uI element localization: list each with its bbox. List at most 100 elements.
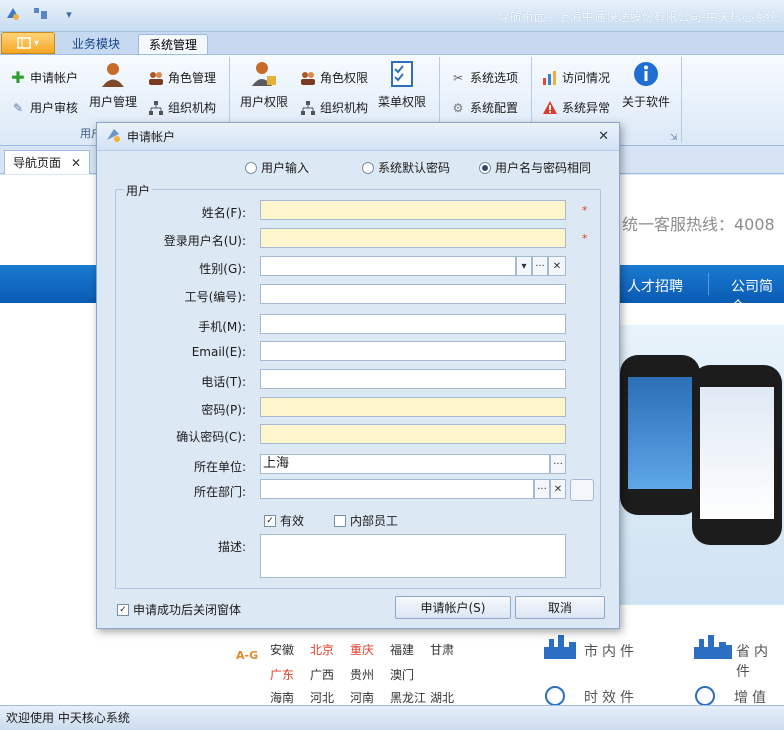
mobile-field[interactable] bbox=[260, 314, 566, 334]
name-field[interactable] bbox=[260, 200, 566, 220]
confirm-password-field[interactable] bbox=[260, 424, 566, 444]
window-icon bbox=[105, 127, 121, 146]
empno-field[interactable] bbox=[260, 284, 566, 304]
value-added-icon bbox=[694, 685, 716, 705]
edit-icon: ✎ bbox=[12, 100, 24, 115]
apply-account-button[interactable]: ✚ 申请帐户 bbox=[10, 69, 78, 86]
city-link[interactable]: 甘肃 bbox=[430, 641, 454, 658]
radio-default-password[interactable]: 系统默认密码 bbox=[362, 159, 450, 176]
checklist-icon bbox=[387, 59, 417, 89]
city-link[interactable]: 重庆 bbox=[350, 641, 374, 658]
password-label: 密码(P): bbox=[201, 403, 246, 417]
username-field[interactable] bbox=[260, 228, 566, 248]
app-logo-icon bbox=[4, 6, 22, 22]
mobile-label: 手机(M): bbox=[198, 320, 246, 334]
radio-user-input[interactable]: 用户输入 bbox=[245, 159, 309, 176]
role-management-button[interactable]: 角色管理 bbox=[148, 69, 216, 86]
quick-access-toolbar: ▾ bbox=[4, 6, 78, 22]
more-icon[interactable]: ··· bbox=[534, 479, 550, 499]
system-exception-button[interactable]: 系统异常 bbox=[542, 99, 610, 116]
menu-permission-button[interactable]: 菜单权限 bbox=[378, 59, 426, 110]
dept-extra-button[interactable] bbox=[570, 479, 594, 501]
clear-icon[interactable]: ✕ bbox=[550, 479, 566, 499]
service-timed[interactable]: 时效件 bbox=[584, 687, 638, 705]
tab-system-management[interactable]: 系统管理 bbox=[138, 34, 209, 54]
warning-icon bbox=[542, 100, 558, 116]
gender-select[interactable] bbox=[260, 256, 516, 276]
nav-jobs[interactable]: 人才招聘 bbox=[627, 276, 683, 296]
role-permission-button[interactable]: 角色权限 bbox=[300, 69, 368, 86]
city-link[interactable]: 海南 bbox=[270, 689, 294, 705]
city-link[interactable]: 广东 bbox=[270, 666, 294, 683]
city-link[interactable]: 北京 bbox=[310, 641, 334, 658]
access-stats-button[interactable]: 访问情况 bbox=[542, 69, 610, 86]
city-link[interactable]: 澳门 bbox=[390, 666, 414, 683]
plus-icon: ✚ bbox=[11, 67, 25, 87]
city-link[interactable]: 湖北 bbox=[430, 689, 454, 705]
service-value-added[interactable]: 增值服务 bbox=[734, 687, 784, 705]
layout-icon[interactable] bbox=[32, 6, 50, 22]
city-link[interactable]: 河南 bbox=[350, 689, 374, 705]
clear-icon[interactable]: ✕ bbox=[548, 256, 566, 276]
dialog-launcher-icon[interactable]: ⇲ bbox=[670, 133, 678, 143]
internal-staff-checkbox[interactable]: 内部员工 bbox=[334, 512, 398, 529]
close-icon[interactable]: ✕ bbox=[71, 156, 81, 170]
city-skyline-icon bbox=[694, 633, 732, 662]
nav-about[interactable]: 公司简介 bbox=[731, 276, 784, 316]
dialog-title-bar[interactable]: 申请帐户 ✕ bbox=[97, 123, 619, 151]
email-field[interactable] bbox=[260, 341, 566, 361]
unit-label: 所在单位: bbox=[193, 460, 246, 474]
dept-field[interactable] bbox=[260, 479, 534, 499]
nav-divider bbox=[708, 273, 709, 295]
service-province[interactable]: 省内件 bbox=[736, 641, 784, 681]
org-structure-button[interactable]: 组织机构 bbox=[148, 99, 216, 116]
system-options-button[interactable]: ✂ 系统选项 bbox=[450, 69, 518, 86]
user-management-button[interactable]: 用户管理 bbox=[89, 59, 137, 110]
phone-image bbox=[692, 365, 782, 545]
window-title: 导航页面 - 上海中通快递股份有限公司-中天核心系统 bbox=[497, 10, 778, 24]
service-city[interactable]: 市内件 bbox=[584, 641, 638, 661]
hotline-text: 统一客服热线：4008 bbox=[622, 215, 775, 234]
check-icon: ✓ bbox=[264, 514, 276, 527]
more-icon[interactable]: ··· bbox=[550, 454, 566, 474]
password-field[interactable] bbox=[260, 397, 566, 417]
org-structure-permission-button[interactable]: 组织机构 bbox=[300, 99, 368, 116]
radio-same-as-username[interactable]: 用户名与密码相同 bbox=[479, 159, 591, 176]
clock-icon bbox=[544, 685, 566, 705]
tab-business-module[interactable]: 业务模块 bbox=[62, 34, 130, 54]
doc-tab-navigation[interactable]: 导航页面 ✕ bbox=[4, 150, 90, 174]
phone-label: 电话(T): bbox=[201, 375, 246, 389]
city-link[interactable]: 福建 bbox=[390, 641, 414, 658]
phone-image bbox=[620, 355, 700, 515]
city-link[interactable]: 河北 bbox=[310, 689, 334, 705]
desc-label: 描述: bbox=[217, 540, 246, 554]
app-menu-button[interactable]: ▾ bbox=[1, 32, 55, 54]
fieldset-legend: 用户 bbox=[124, 182, 153, 199]
chevron-down-icon[interactable]: ▾ bbox=[516, 256, 532, 276]
chevron-down-icon[interactable]: ▾ bbox=[60, 6, 78, 22]
cancel-button[interactable]: 取消 bbox=[515, 596, 605, 619]
city-link[interactable]: 广西 bbox=[310, 666, 334, 683]
system-config-button[interactable]: ⚙ 系统配置 bbox=[450, 99, 518, 116]
gender-label: 性别(G): bbox=[199, 262, 246, 276]
more-icon[interactable]: ··· bbox=[532, 256, 548, 276]
users-icon bbox=[300, 70, 316, 86]
phone-field[interactable] bbox=[260, 369, 566, 389]
about-button[interactable]: 关于软件 bbox=[622, 59, 670, 110]
user-review-button[interactable]: ✎ 用户审核 bbox=[10, 99, 78, 116]
city-link[interactable]: 黑龙江 bbox=[390, 689, 426, 705]
city-link[interactable]: 安徽 bbox=[270, 641, 294, 658]
app-banner-image bbox=[600, 325, 784, 605]
user-fieldset: 用户 姓名(F): * 登录用户名(U): * 性别(G): ▾ ··· ✕ 工… bbox=[115, 182, 601, 589]
submit-button[interactable]: 申请帐户(S) bbox=[395, 596, 511, 619]
unit-field[interactable]: 上海 bbox=[260, 454, 550, 474]
close-after-success-checkbox[interactable]: ✓ 申请成功后关闭窗体 bbox=[117, 601, 241, 618]
desc-textarea[interactable] bbox=[260, 534, 566, 578]
city-link[interactable]: 贵州 bbox=[350, 666, 374, 683]
active-checkbox[interactable]: ✓ 有效 bbox=[264, 512, 304, 529]
dialog-title: 申请帐户 bbox=[127, 130, 176, 144]
bar-chart-icon bbox=[542, 70, 558, 86]
password-mode-group: 用户输入 系统默认密码 用户名与密码相同 bbox=[97, 159, 619, 179]
user-permission-button[interactable]: 用户权限 bbox=[240, 59, 288, 110]
close-icon[interactable]: ✕ bbox=[598, 129, 609, 144]
